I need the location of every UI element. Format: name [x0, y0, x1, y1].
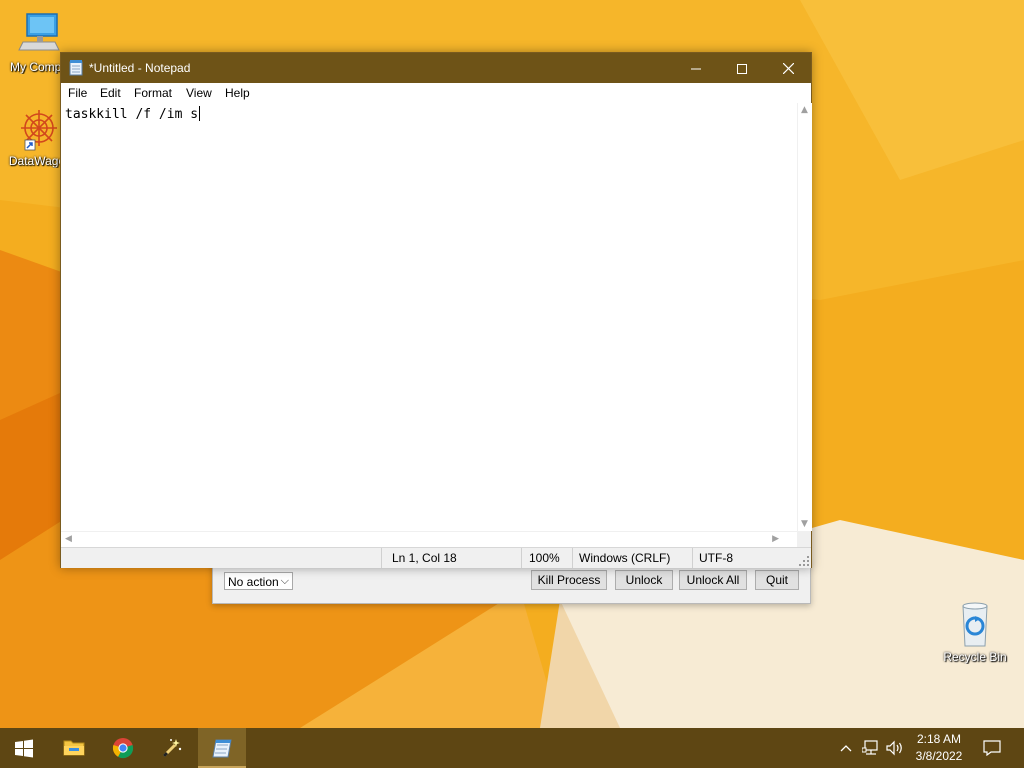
network-icon — [862, 740, 878, 755]
scrollbar-corner — [797, 531, 811, 547]
menu-file[interactable]: File — [68, 86, 87, 100]
minimize-icon — [691, 68, 701, 69]
menu-bar: File Edit Format View Help — [61, 83, 811, 103]
action-center-button[interactable] — [978, 728, 1008, 768]
action-select[interactable]: No action ⌵ — [224, 572, 293, 590]
scroll-down-icon[interactable]: ▼ — [801, 519, 808, 529]
clock-time: 2:18 AM — [916, 732, 962, 746]
notepad-icon — [69, 60, 83, 76]
notification-icon — [983, 740, 1001, 756]
close-button[interactable] — [765, 53, 811, 83]
status-zoom: 100% — [529, 551, 560, 565]
taskbar-clock[interactable]: 2:18 AM 3/8/2022 — [908, 731, 970, 765]
notepad-window: *Untitled - Notepad File Edit Format Vie… — [60, 52, 812, 568]
maximize-icon — [737, 63, 747, 74]
notepad-icon — [212, 739, 232, 758]
status-separator — [381, 548, 382, 568]
vertical-scrollbar[interactable]: ▲ ▼ — [797, 103, 812, 531]
status-line-ending: Windows (CRLF) — [579, 551, 671, 565]
unlock-all-button[interactable]: Unlock All — [679, 570, 747, 590]
minimize-button[interactable] — [673, 53, 719, 83]
quit-button[interactable]: Quit — [755, 570, 799, 590]
status-position: Ln 1, Col 18 — [392, 551, 457, 565]
datawagon-icon — [13, 106, 61, 152]
clock-date: 3/8/2022 — [915, 749, 963, 763]
chevron-down-icon: ⌵ — [280, 575, 289, 587]
text-editor[interactable]: taskkill /f /im s — [61, 103, 797, 531]
text-caret — [199, 106, 201, 121]
window-title: *Untitled - Notepad — [89, 61, 191, 75]
status-separator — [692, 548, 693, 568]
tray-overflow-button[interactable] — [836, 728, 856, 768]
taskbar-notepad[interactable] — [198, 728, 246, 768]
scroll-left-icon[interactable]: ◀ — [65, 534, 72, 544]
tray-network[interactable] — [860, 728, 882, 768]
menu-edit[interactable]: Edit — [100, 86, 121, 100]
recycle-bin-icon — [951, 602, 999, 648]
horizontal-scrollbar[interactable]: ◀ ▶ — [61, 531, 797, 548]
resize-grip-icon[interactable] — [799, 556, 809, 566]
maximize-button[interactable] — [719, 53, 765, 83]
volume-icon — [886, 740, 902, 756]
computer-icon — [15, 12, 63, 58]
action-select-value: No action — [228, 575, 279, 589]
scroll-up-icon[interactable]: ▲ — [801, 105, 808, 115]
taskbar-wizard-app[interactable] — [148, 728, 196, 768]
chrome-icon — [112, 738, 134, 759]
menu-view[interactable]: View — [186, 86, 212, 100]
title-bar[interactable]: *Untitled - Notepad — [61, 53, 811, 83]
taskbar: 2:18 AM 3/8/2022 — [0, 728, 1024, 768]
file-explorer-icon — [63, 740, 85, 756]
taskbar-file-explorer[interactable] — [50, 728, 98, 768]
status-separator — [572, 548, 573, 568]
chevron-up-icon — [840, 745, 852, 752]
taskbar-chrome[interactable] — [99, 728, 147, 768]
status-bar: Ln 1, Col 18 100% Windows (CRLF) UTF-8 — [61, 547, 811, 568]
scroll-right-icon[interactable]: ▶ — [772, 534, 779, 544]
editor-content: taskkill /f /im s — [65, 107, 199, 122]
status-encoding: UTF-8 — [699, 551, 733, 565]
status-separator — [521, 548, 522, 568]
desktop-icon-recycle-bin[interactable]: Recycle Bin — [936, 602, 1014, 664]
kill-process-button[interactable]: Kill Process — [531, 570, 607, 590]
start-icon — [15, 739, 33, 758]
start-button[interactable] — [0, 728, 48, 768]
tray-volume[interactable] — [884, 728, 906, 768]
wizard-app-icon — [162, 739, 182, 758]
desktop-icon-label: Recycle Bin — [943, 650, 1007, 664]
unlock-button[interactable]: Unlock — [615, 570, 673, 590]
menu-format[interactable]: Format — [134, 86, 172, 100]
menu-help[interactable]: Help — [225, 86, 250, 100]
close-icon — [782, 62, 794, 75]
